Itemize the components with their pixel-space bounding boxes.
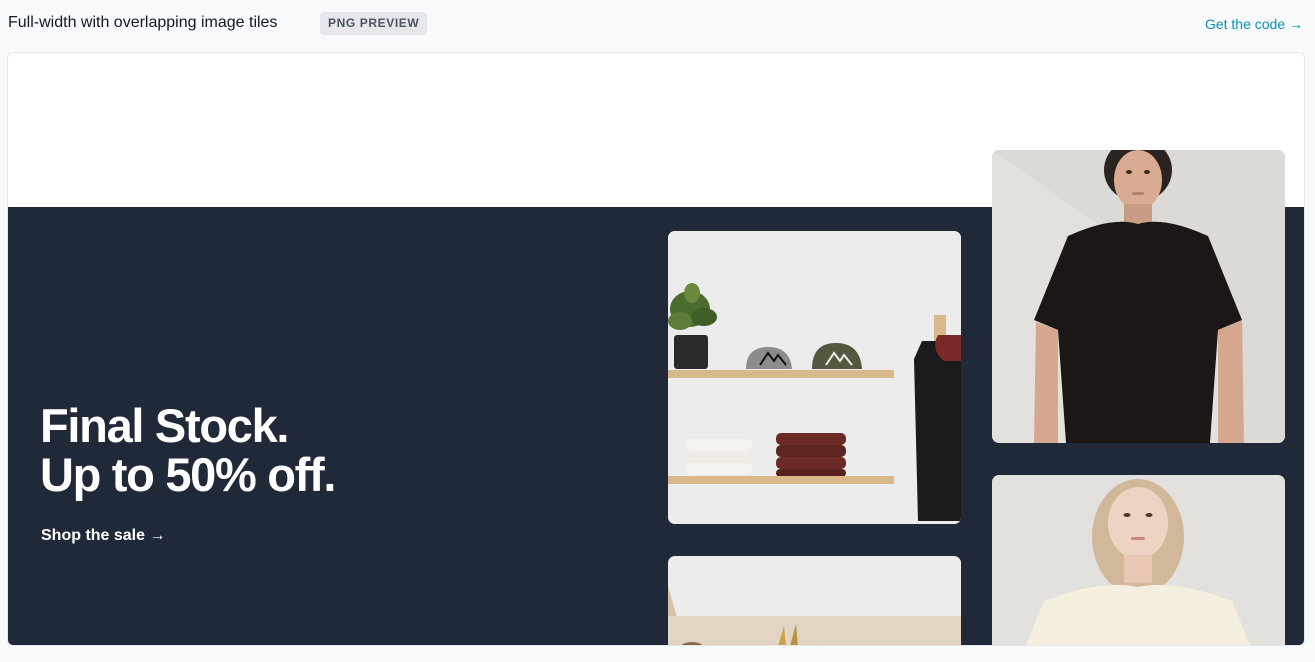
preview-frame: Final Stock. Up to 50% off. Shop the sal… bbox=[7, 52, 1305, 646]
desk-image bbox=[668, 556, 961, 645]
desk-image-tile bbox=[668, 556, 961, 645]
headline-line-2: Up to 50% off. bbox=[40, 448, 336, 501]
headline-line-1: Final Stock. bbox=[40, 399, 289, 452]
shelf-image bbox=[668, 231, 961, 524]
hero-headline: Final Stock. Up to 50% off. bbox=[40, 399, 336, 501]
shelf-image-tile bbox=[668, 231, 961, 524]
png-preview-badge: PNG PREVIEW bbox=[320, 12, 428, 35]
black-tee-model-tile bbox=[992, 150, 1285, 443]
preview-header: Full-width with overlapping image tiles … bbox=[0, 0, 1315, 48]
get-the-code-link[interactable]: Get the code → bbox=[1205, 16, 1303, 32]
cream-tee-model-image bbox=[992, 475, 1285, 645]
black-tee-model-image bbox=[992, 150, 1285, 443]
cream-tee-model-tile bbox=[992, 475, 1285, 645]
shop-the-sale-link[interactable]: Shop the sale → bbox=[41, 527, 165, 545]
preview-title: Full-width with overlapping image tiles bbox=[8, 14, 278, 31]
